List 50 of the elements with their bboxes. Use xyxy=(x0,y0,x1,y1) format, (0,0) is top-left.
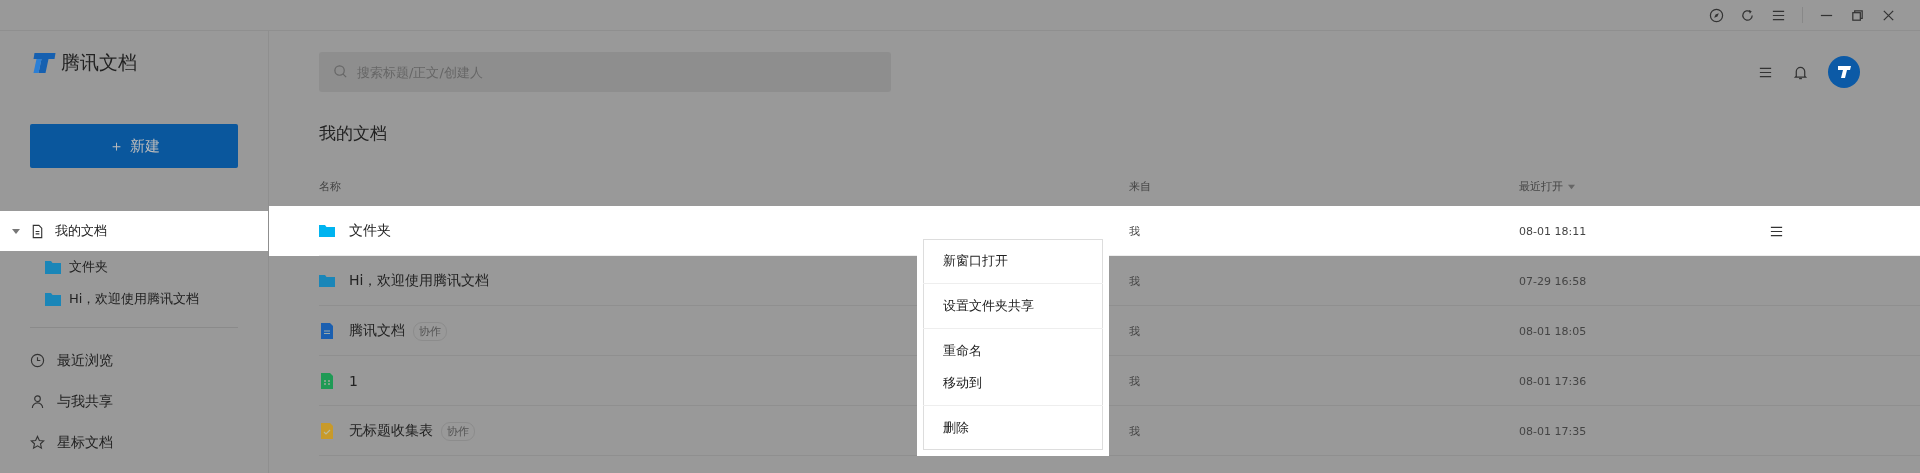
folder-icon xyxy=(319,223,335,239)
menu-item[interactable]: 删除 xyxy=(923,412,1103,444)
app-name: 腾讯文档 xyxy=(61,50,137,75)
owner-cell-text: 我 xyxy=(1129,273,1141,289)
folder-icon xyxy=(319,273,335,289)
person-icon xyxy=(30,394,45,409)
owner-cell-text: 我 xyxy=(1129,423,1141,439)
tree-item[interactable]: 我的文档 xyxy=(0,211,268,251)
owner-cell-text: 我 xyxy=(1129,223,1141,239)
date-cell-text: 07-29 16:58 xyxy=(1519,274,1588,288)
file-name[interactable]: 1 xyxy=(349,373,358,389)
bell-icon[interactable] xyxy=(1793,64,1808,80)
tree-item[interactable]: 文件夹 xyxy=(0,251,268,283)
column-header: 名称 xyxy=(319,178,342,194)
file-name[interactable]: 无标题收集表 xyxy=(349,422,433,440)
menu-item[interactable]: 设置文件夹共享 xyxy=(923,290,1103,322)
new-button[interactable]: ＋ 新建 xyxy=(30,124,238,168)
collab-tag: 协作 xyxy=(441,421,475,441)
folder-icon xyxy=(45,292,61,306)
file-name[interactable]: 文件夹 xyxy=(349,222,391,240)
clock-icon xyxy=(30,353,45,368)
page-heading: 我的文档 xyxy=(319,122,388,145)
owner-cell-text: 我 xyxy=(1129,323,1141,339)
sheet-icon xyxy=(319,373,335,389)
avatar[interactable] xyxy=(1828,56,1860,88)
nav-item[interactable]: 星标文档 xyxy=(0,422,268,463)
date-cell-text: 08-01 18:05 xyxy=(1519,324,1588,338)
restore-icon[interactable] xyxy=(1850,7,1865,23)
doc-icon xyxy=(319,323,335,339)
menu-item[interactable]: 移动到 xyxy=(923,367,1103,399)
tree-item[interactable]: Hi，欢迎使用腾讯文档 xyxy=(0,283,268,315)
caret-icon[interactable] xyxy=(12,227,20,235)
refresh-icon[interactable] xyxy=(1740,7,1755,23)
document-icon xyxy=(30,223,45,239)
file-name[interactable]: Hi，欢迎使用腾讯文档 xyxy=(349,272,490,290)
date-cell-text: 08-01 18:11 xyxy=(1519,224,1588,238)
nav-item[interactable]: 与我共享 xyxy=(0,381,268,422)
collab-tag: 协作 xyxy=(413,321,447,341)
menu-item[interactable]: 重命名 xyxy=(923,335,1103,367)
folder-icon xyxy=(45,260,61,274)
nav-item[interactable]: 最近浏览 xyxy=(0,340,268,381)
compass-icon[interactable] xyxy=(1709,7,1724,23)
date-cell-text: 08-01 17:36 xyxy=(1519,374,1588,388)
column-header: 来自 xyxy=(1129,178,1152,194)
file-name[interactable]: 腾讯文档 xyxy=(349,322,405,340)
owner-cell-text: 我 xyxy=(1129,373,1141,389)
form-icon xyxy=(319,423,335,439)
star-icon xyxy=(30,435,45,450)
column-header[interactable]: 最近打开 xyxy=(1519,178,1769,194)
date-cell-text: 08-01 17:35 xyxy=(1519,424,1588,438)
